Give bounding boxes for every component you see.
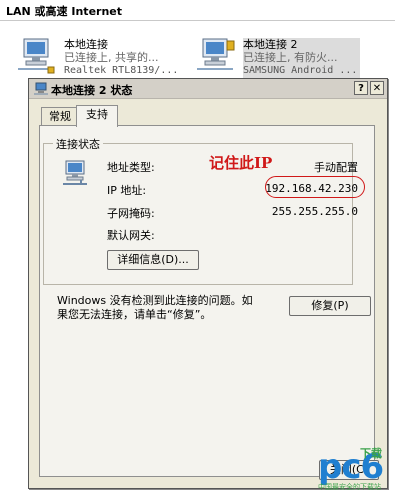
section-header: LAN 或高速 Internet: [6, 5, 123, 18]
close-window-button[interactable]: ✕: [370, 81, 384, 95]
annotation-note: 记住此IP: [209, 154, 273, 172]
network-connection-icon: [14, 37, 58, 77]
section-divider: [0, 20, 395, 21]
watermark-tag: 下载: [360, 447, 382, 460]
diagnostic-message: Windows 没有检测到此连接的问题。如果您无法连接，请单击“修复”。: [57, 294, 253, 321]
annotation-highlight-oval: [265, 176, 365, 198]
title-bar[interactable]: 本地连接 2 状态 ? ✕: [29, 79, 387, 99]
watermark-subtitle: 中国最安全的下载站: [318, 483, 381, 491]
subnet-mask-value: 255.255.255.0: [271, 205, 358, 218]
network-connection-icon: [63, 159, 89, 190]
default-gateway-label: 默认网关:: [107, 229, 155, 242]
address-type-value: 手动配置: [314, 161, 358, 174]
connection-name: 本地连接 2: [243, 38, 298, 51]
dialog-title: 本地连接 2 状态: [51, 84, 133, 97]
connection-status: 已连接上, 有防火...: [243, 51, 338, 64]
details-button[interactable]: 详细信息(D)...: [107, 250, 199, 270]
tab-support[interactable]: 支持: [76, 105, 118, 127]
connection-status: 已连接上, 共享的...: [64, 51, 159, 64]
network-connection-icon: [34, 82, 48, 98]
network-connection-icon: [193, 37, 237, 77]
group-title: 连接状态: [53, 136, 103, 152]
connection-item-2[interactable]: 本地连接 2 已连接上, 有防火... SAMSUNG Android ...: [193, 37, 368, 79]
connection-name: 本地连接: [64, 38, 108, 51]
connection-item-1[interactable]: 本地连接 已连接上, 共享的... Realtek RTL8139/...: [14, 37, 189, 79]
connection-adapter: SAMSUNG Android ...: [243, 65, 358, 76]
connection-adapter: Realtek RTL8139/...: [64, 65, 179, 76]
help-button[interactable]: ?: [354, 81, 368, 95]
subnet-mask-label: 子网掩码:: [107, 207, 155, 220]
address-type-label: 地址类型:: [107, 161, 155, 174]
ip-address-label: IP 地址:: [107, 184, 147, 197]
connection-status-dialog: 本地连接 2 状态 ? ✕ 常规 支持 连接状态 地址类型: 手动配置 IP 地…: [28, 78, 388, 489]
tab-general[interactable]: 常规: [41, 107, 79, 126]
repair-button[interactable]: 修复(P): [289, 296, 371, 316]
